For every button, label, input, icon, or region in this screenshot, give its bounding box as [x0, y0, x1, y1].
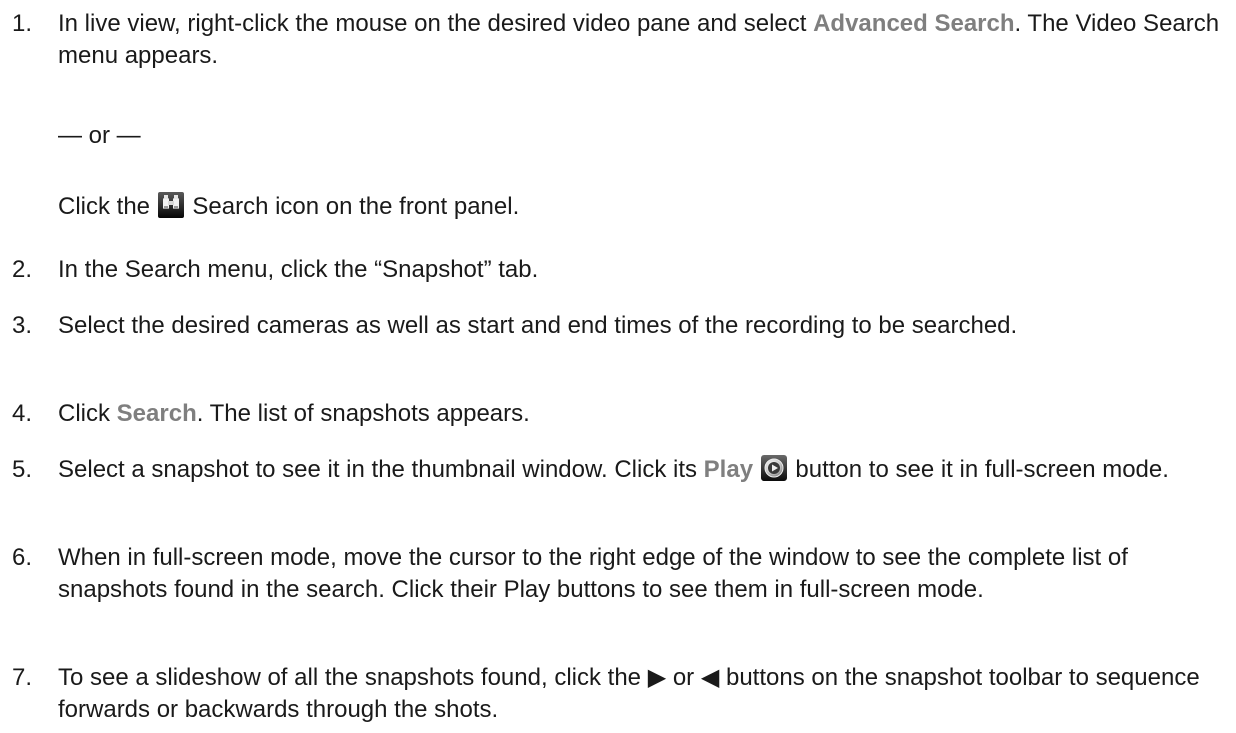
- step-number: 5.: [12, 456, 33, 483]
- step-text: When in full-screen mode, move the curso…: [58, 544, 1128, 603]
- step-number: 6.: [12, 544, 33, 571]
- step-text-part: Click: [58, 400, 117, 427]
- alternative-instruction: Click the Search icon on the front panel…: [58, 191, 1228, 227]
- step-number: 2.: [12, 256, 33, 283]
- alt-text-part: Search icon on the front panel.: [185, 193, 520, 220]
- step-text-part: In live view, right-click the mouse on t…: [58, 10, 814, 37]
- search-keyword: Search: [116, 400, 197, 427]
- step-text-part: . The list of snapshots appears.: [196, 400, 530, 427]
- step-text: To see a slideshow of all the snapshots …: [58, 662, 1228, 726]
- step-text: Select a snapshot to see it in the thumb…: [58, 454, 1228, 490]
- step-number: 3.: [12, 312, 33, 339]
- alt-text-part: Click the: [58, 193, 157, 220]
- step-text: Select the desired cameras as well as st…: [58, 312, 1018, 339]
- step-text-part: To see a slideshow of all the snapshots …: [58, 664, 648, 691]
- step-text-part: or: [666, 664, 701, 691]
- document-page: 1. In live view, right-click the mouse o…: [0, 0, 1236, 733]
- play-keyword: Play: [703, 456, 754, 483]
- advanced-search-keyword: Advanced Search: [813, 10, 1015, 37]
- step-text-part: button to see it in full-screen mode.: [788, 456, 1169, 483]
- step-number: 1.: [12, 10, 33, 37]
- forward-arrow-icon: ▶: [647, 664, 667, 691]
- or-separator: — or —: [58, 122, 141, 149]
- step-text-part: Select a snapshot to see it in the thumb…: [58, 456, 704, 483]
- step-text: In live view, right-click the mouse on t…: [58, 8, 1228, 72]
- play-button-icon: [760, 455, 787, 490]
- step-number: 4.: [12, 400, 33, 427]
- step-text: In the Search menu, click the “Snapshot”…: [58, 256, 539, 283]
- backward-arrow-icon: ◀: [700, 664, 720, 691]
- step-number: 7.: [12, 664, 33, 691]
- binoculars-icon: [157, 192, 184, 227]
- step-text: Click Search. The list of snapshots appe…: [58, 398, 1228, 430]
